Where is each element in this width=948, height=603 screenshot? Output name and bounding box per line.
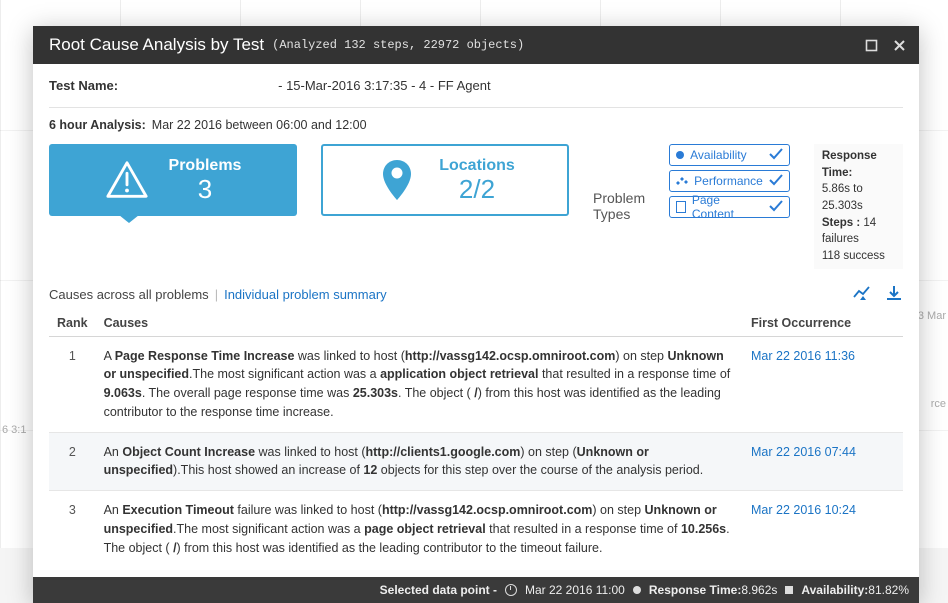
th-causes[interactable]: Causes [96, 310, 743, 337]
cell-cause: A Page Response Time Increase was linked… [96, 336, 743, 432]
table-row: 2 An Object Count Increase was linked to… [49, 432, 903, 491]
performance-dots-icon [676, 177, 688, 185]
check-icon [769, 200, 783, 215]
chip-page-content[interactable]: Page Content [669, 196, 790, 218]
clock-icon [505, 584, 517, 596]
chip-performance-label: Performance [694, 174, 763, 188]
footer-selected-label: Selected data point - [380, 583, 497, 597]
problem-types-label: Problem Types [593, 190, 645, 222]
table-row: 3 An Execution Timeout failure was linke… [49, 491, 903, 568]
chip-page-content-label: Page Content [692, 193, 763, 221]
divider [49, 107, 903, 108]
chip-availability-label: Availability [690, 148, 746, 162]
bg-axis-right-2: rce [931, 398, 946, 410]
first-occurrence-link[interactable]: Mar 22 2016 07:44 [751, 445, 856, 459]
footer-time: Mar 22 2016 11:00 [525, 583, 625, 597]
footer-avail-label: Availability: [801, 583, 868, 597]
first-occurrence-link[interactable]: Mar 22 2016 10:24 [751, 503, 856, 517]
problems-value: 3 [169, 175, 242, 204]
titlebar: Root Cause Analysis by Test (Analyzed 13… [33, 26, 919, 64]
bg-axis-left: 6 3:1 [2, 424, 26, 436]
location-pin-icon [375, 158, 419, 202]
bg-axis-right-1: 3 Mar [918, 310, 946, 322]
locations-value: 2/2 [439, 175, 515, 204]
maximize-icon [865, 39, 878, 52]
footer-rt-value: 8.962s [741, 583, 777, 597]
problem-types-chips: Availability Performance Page Content [669, 144, 790, 269]
page-icon [676, 201, 686, 213]
locations-tile[interactable]: Locations 2/2 [321, 144, 569, 216]
stats-rt-value: 5.86s to 25.303s [822, 181, 895, 214]
th-rank[interactable]: Rank [49, 310, 96, 337]
causes-header: Causes across all problems | Individual … [49, 285, 903, 304]
test-name-row: Test Name: - 15-Mar-2016 3:17:35 - 4 - F… [49, 78, 903, 93]
dot-icon [633, 586, 641, 594]
close-button[interactable] [891, 37, 907, 53]
stats-steps-success: 118 success [822, 248, 895, 265]
modal-title: Root Cause Analysis by Test [49, 35, 264, 55]
download-icon[interactable] [885, 285, 903, 304]
stats-box: Response Time: 5.86s to 25.303s Steps : … [814, 144, 903, 269]
check-icon [769, 148, 783, 163]
causes-all-label: Causes across all problems [49, 287, 209, 302]
cell-rank: 1 [49, 336, 96, 432]
close-icon [893, 39, 906, 52]
cell-cause: An Object Count Increase was linked to h… [96, 432, 743, 491]
table-row: 1 A Page Response Time Increase was link… [49, 336, 903, 432]
individual-summary-link[interactable]: Individual problem summary [224, 287, 387, 302]
modal-subtitle: (Analyzed 132 steps, 22972 objects) [272, 38, 524, 52]
chart-toggle-icon[interactable] [853, 285, 873, 304]
first-occurrence-link[interactable]: Mar 22 2016 11:36 [751, 349, 855, 363]
chip-availability[interactable]: Availability [669, 144, 790, 166]
chip-performance[interactable]: Performance [669, 170, 790, 192]
warning-icon [105, 158, 149, 202]
stats-rt-label: Response Time: [822, 150, 877, 179]
test-name-label: Test Name: [49, 78, 118, 93]
causes-table: Rank Causes First Occurrence 1 A Page Re… [49, 310, 903, 568]
availability-dot-icon [676, 151, 684, 159]
analysis-row: 6 hour Analysis: Mar 22 2016 between 06:… [49, 118, 903, 132]
problems-tile[interactable]: Problems 3 [49, 144, 297, 216]
locations-label: Locations [439, 157, 515, 175]
check-icon [769, 174, 783, 189]
cell-rank: 2 [49, 432, 96, 491]
analysis-range: Mar 22 2016 between 06:00 and 12:00 [152, 118, 367, 132]
th-first[interactable]: First Occurrence [743, 310, 903, 337]
square-icon [785, 586, 793, 594]
test-name-suffix: - 15-Mar-2016 3:17:35 - 4 - FF Agent [278, 78, 490, 93]
maximize-button[interactable] [863, 37, 879, 53]
footer-avail-value: 81.82% [868, 583, 909, 597]
rca-modal: Root Cause Analysis by Test (Analyzed 13… [33, 26, 919, 603]
stats-steps-label: Steps : [822, 217, 860, 229]
footer-rt-label: Response Time: [649, 583, 741, 597]
footer-bar: Selected data point - Mar 22 2016 11:00 … [33, 577, 919, 603]
cell-rank: 3 [49, 491, 96, 568]
problems-label: Problems [169, 157, 242, 175]
analysis-label: 6 hour Analysis: [49, 118, 146, 132]
cell-cause: An Execution Timeout failure was linked … [96, 491, 743, 568]
